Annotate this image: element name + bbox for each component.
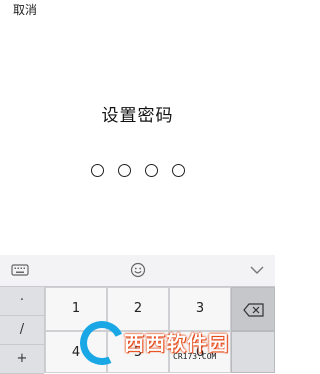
key-6[interactable]: 6 <box>169 331 231 373</box>
key-1[interactable]: 1 <box>45 287 107 331</box>
page-title: 设置密码 <box>101 106 174 126</box>
emoji-icon[interactable] <box>129 262 147 278</box>
top-bar: 取消 <box>0 0 275 22</box>
keyboard-side-key[interactable] <box>231 331 275 373</box>
keyboard-icon[interactable] <box>11 262 29 278</box>
backspace-icon <box>243 303 264 317</box>
keyboard-toolbar <box>0 255 275 287</box>
cancel-button[interactable]: 取消 <box>13 1 37 18</box>
digit-keys: 1 2 3 4 5 6 <box>45 287 275 373</box>
symbol-key-plus[interactable]: + <box>0 345 44 374</box>
symbol-key-dot[interactable]: · <box>0 287 44 316</box>
symbol-key-slash[interactable]: / <box>0 316 44 345</box>
key-3[interactable]: 3 <box>169 287 231 331</box>
chevron-down-icon[interactable] <box>248 262 266 278</box>
key-4[interactable]: 4 <box>45 331 107 373</box>
key-5[interactable]: 5 <box>107 331 169 373</box>
pin-dot-2 <box>117 164 131 177</box>
pin-dot-3 <box>144 164 158 177</box>
numeric-keyboard: · / + 1 2 3 4 5 6 <box>0 255 275 374</box>
key-2[interactable]: 2 <box>107 287 169 331</box>
delete-key[interactable] <box>231 287 275 331</box>
pin-dot-1 <box>90 164 104 177</box>
pin-indicator <box>0 164 275 182</box>
pin-dot-4 <box>171 164 185 177</box>
symbol-column: · / + <box>0 287 45 374</box>
